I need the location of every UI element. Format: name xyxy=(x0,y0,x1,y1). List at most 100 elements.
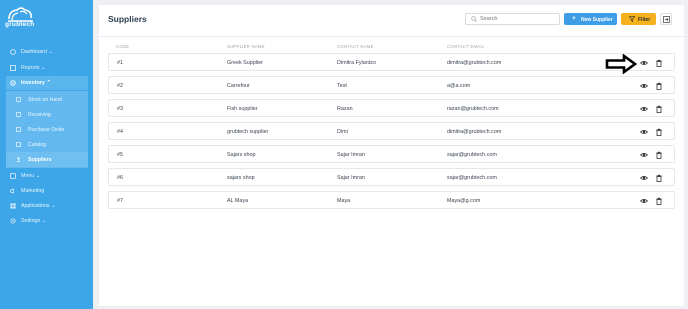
search-box[interactable] xyxy=(465,13,560,25)
inventory-icon xyxy=(10,80,16,86)
contact-email: dimitra@grubtech.com xyxy=(447,129,502,135)
contact-name: Dimi xyxy=(337,129,348,135)
view-eye-icon[interactable] xyxy=(640,128,648,136)
new-supplier-button[interactable]: + New Supplier xyxy=(564,13,617,25)
sidebar-subitem-label: Purchase Order xyxy=(28,127,65,133)
column-header-supplier-name: SUPPLIER NAME xyxy=(227,44,265,49)
table-row[interactable]: #5 Sajars shop Sajar Imran sajar@grubtech.c… xyxy=(108,145,675,163)
sidebar-subitem-receiving[interactable]: Receiving xyxy=(6,107,88,122)
supplier-code: #3 xyxy=(117,106,123,112)
settings-icon xyxy=(10,218,16,224)
contact-email: sajar@grubtech.com xyxy=(447,152,497,158)
dashboard-icon xyxy=(10,49,16,55)
purchase-order-icon xyxy=(16,127,21,132)
sidebar-subitem-label: Catalog xyxy=(28,142,46,148)
column-header-contact-name: CONTACT NAME xyxy=(337,44,374,49)
export-button[interactable] xyxy=(660,13,672,25)
supplier-code: #6 xyxy=(117,175,123,181)
sidebar-item-label: Dashboard ⌄ xyxy=(21,49,53,55)
main-panel: Suppliers + New Supplier Filter CODE SUP… xyxy=(99,5,684,306)
reports-icon xyxy=(10,65,16,71)
sidebar-item-label: Marketing xyxy=(21,188,45,194)
contact-name: Test xyxy=(337,83,347,89)
page-title: Suppliers xyxy=(108,14,147,24)
supplier-name: sajars shop xyxy=(227,175,255,181)
sidebar-item-dashboard[interactable]: Dashboard ⌄ xyxy=(0,45,93,59)
supplier-name: Sajars shop xyxy=(227,152,256,158)
contact-email: sajar@grubtech.com xyxy=(447,175,497,181)
delete-trash-icon[interactable] xyxy=(655,128,663,136)
supplier-code: #4 xyxy=(117,129,123,135)
contact-name: Sajar Imran xyxy=(337,152,365,158)
delete-trash-icon[interactable] xyxy=(655,59,663,67)
supplier-name: grubtech supplier xyxy=(227,129,269,135)
sidebar-item-marketing[interactable]: Marketing xyxy=(0,184,93,198)
view-eye-icon[interactable] xyxy=(640,174,648,182)
new-supplier-label: New Supplier xyxy=(581,16,613,23)
suppliers-icon xyxy=(16,157,21,162)
delete-trash-icon[interactable] xyxy=(655,105,663,113)
export-icon xyxy=(663,16,670,23)
delete-trash-icon[interactable] xyxy=(655,197,663,205)
sidebar-item-label: Menu ⌄ xyxy=(21,173,41,179)
sidebar-item-label: Inventory ⌃ xyxy=(21,80,51,86)
stock-icon xyxy=(16,97,21,102)
view-eye-icon[interactable] xyxy=(640,151,648,159)
supplier-name: Fish supplier xyxy=(227,106,258,112)
filter-icon xyxy=(629,16,635,22)
sidebar-subitem-label: Suppliers xyxy=(28,157,52,163)
contact-name: Dimitra Fylantzo xyxy=(337,60,376,66)
sidebar-item-label: Applications ⌄ xyxy=(21,203,56,209)
delete-trash-icon[interactable] xyxy=(655,82,663,90)
filter-label: Filter xyxy=(638,16,651,23)
sidebar-item-applications[interactable]: Applications ⌄ xyxy=(0,199,93,213)
supplier-name: Carrefour xyxy=(227,83,250,89)
sidebar-subitem-suppliers[interactable]: Suppliers xyxy=(6,152,88,167)
supplier-code: #2 xyxy=(117,83,123,89)
sidebar-subitem-label: Stock on Hand xyxy=(28,97,63,103)
contact-name: Razan xyxy=(337,106,353,112)
sidebar: grubtech Dashboard ⌄ Reports ⌄ Inventory… xyxy=(0,0,93,309)
contact-email: razan@grubtech.com xyxy=(447,106,499,112)
supplier-code: #5 xyxy=(117,152,123,158)
sidebar-item-inventory[interactable]: Inventory ⌃ xyxy=(6,76,88,90)
filter-button[interactable]: Filter xyxy=(621,13,656,25)
applications-icon xyxy=(10,203,16,209)
sidebar-subitem-catalog[interactable]: Catalog xyxy=(6,137,88,152)
sidebar-item-reports[interactable]: Reports ⌄ xyxy=(0,61,93,75)
delete-trash-icon[interactable] xyxy=(655,151,663,159)
column-header-code: CODE xyxy=(116,44,130,49)
table-row[interactable]: #6 sajars shop Sajar Imran sajar@grubtech.c… xyxy=(108,168,675,186)
search-input[interactable] xyxy=(480,15,556,23)
sidebar-item-settings[interactable]: Settings ⌄ xyxy=(0,214,93,228)
delete-trash-icon[interactable] xyxy=(655,174,663,182)
view-eye-icon[interactable] xyxy=(640,82,648,90)
table-row[interactable]: #1 Greek Supplier Dimitra Fylantzo dimitra@… xyxy=(108,53,675,71)
supplier-name: Greek Supplier xyxy=(227,60,263,66)
table-row[interactable]: #2 Carrefour Test a@a.com xyxy=(108,76,675,94)
sidebar-subitem-stock-on-hand[interactable]: Stock on Hand xyxy=(6,92,88,107)
plus-icon: + xyxy=(572,15,576,22)
app: grubtech Dashboard ⌄ Reports ⌄ Inventory… xyxy=(0,0,688,309)
sidebar-subitem-purchase-order[interactable]: Purchase Order xyxy=(6,122,88,137)
brand-name: grubtech xyxy=(5,21,35,28)
supplier-code: #7 xyxy=(117,198,123,204)
table-row[interactable]: #7 AL Maya Maya Maya@g.com xyxy=(108,191,675,209)
view-eye-icon[interactable] xyxy=(640,105,648,113)
contact-email: Maya@g.com xyxy=(447,198,481,204)
sidebar-item-menu[interactable]: Menu ⌄ xyxy=(0,169,93,183)
view-eye-icon[interactable] xyxy=(640,59,648,67)
column-header-contact-email: CONTACT EMAIL xyxy=(447,44,485,49)
menu-icon xyxy=(10,173,16,179)
table-row[interactable]: #4 grubtech supplier Dimi dimitra@grubtech.… xyxy=(108,122,675,140)
marketing-icon xyxy=(10,188,14,194)
pointer-arrow-icon xyxy=(605,54,638,74)
supplier-code: #1 xyxy=(117,60,123,66)
sidebar-item-label: Reports ⌄ xyxy=(21,65,46,71)
catalog-icon xyxy=(16,142,21,147)
contact-email: a@a.com xyxy=(447,83,471,89)
view-eye-icon[interactable] xyxy=(640,197,648,205)
supplier-name: AL Maya xyxy=(227,198,249,204)
contact-email: dimitra@grubtech.com xyxy=(447,60,502,66)
table-row[interactable]: #3 Fish supplier Razan razan@grubtech.com xyxy=(108,99,675,117)
